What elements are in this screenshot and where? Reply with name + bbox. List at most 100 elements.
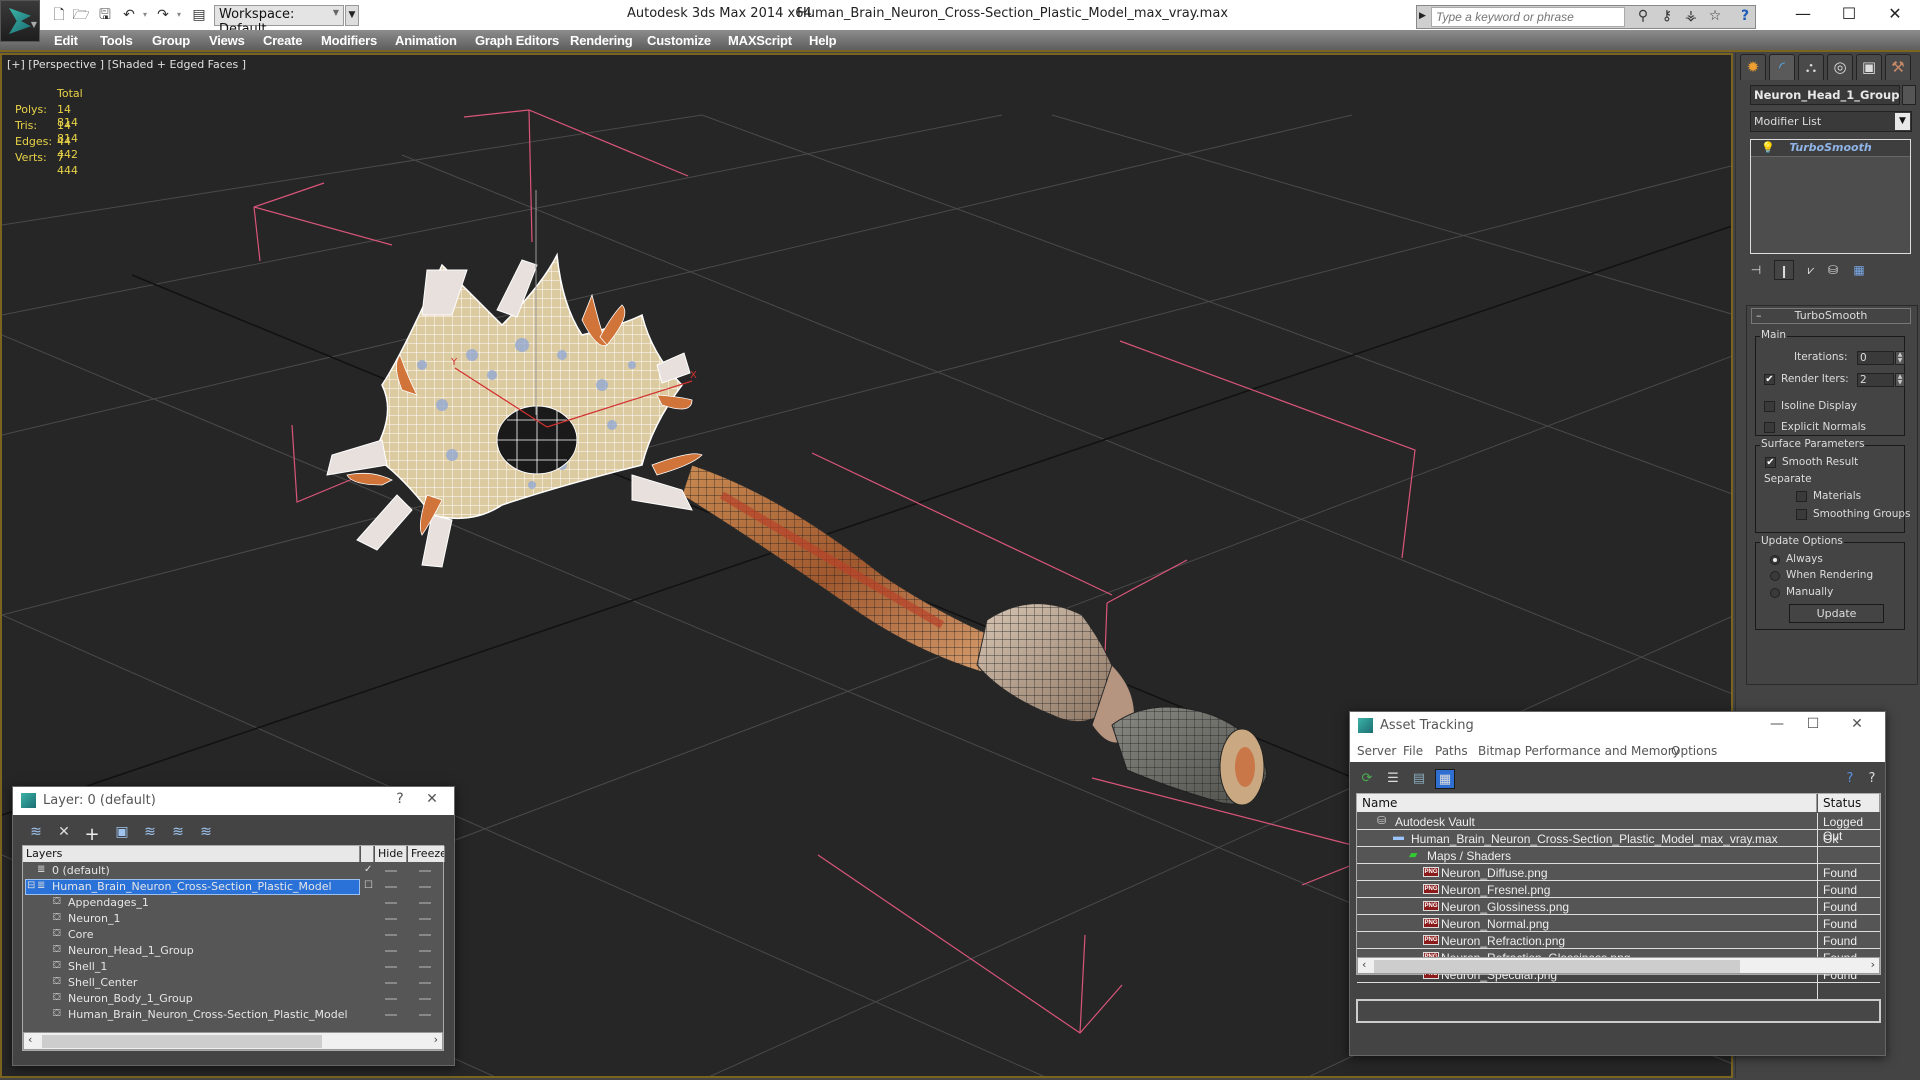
motion-tab-icon[interactable]: ◎ <box>1827 54 1853 80</box>
window-title-bar[interactable]: Asset Tracking — ☐ ✕ <box>1350 712 1885 740</box>
select-objects-icon[interactable]: ▣ <box>111 824 133 844</box>
column-header-hide[interactable]: Hide <box>375 846 407 862</box>
menu-server[interactable]: Server <box>1357 744 1396 758</box>
layer-object-row[interactable]: ⛋ Neuron_Head_1_Group <box>23 943 443 959</box>
layer-object-row[interactable]: ⛋ Appendages_1 <box>23 895 443 911</box>
delete-layer-icon[interactable]: ✕ <box>53 824 75 844</box>
freeze-toggle[interactable] <box>419 998 431 1000</box>
asset-row[interactable]: PNG Neuron_Fresnel.png Found <box>1357 881 1880 898</box>
column-header-freeze[interactable]: Freeze <box>408 846 445 862</box>
freeze-toggle[interactable] <box>419 902 431 904</box>
redo-dropdown-icon[interactable]: ▾ <box>170 6 188 24</box>
menu-modifiers[interactable]: Modifiers <box>321 33 377 48</box>
layer-object-row[interactable]: ⛋ Shell_Center <box>23 975 443 991</box>
create-tab-icon[interactable]: ✹ <box>1740 54 1766 80</box>
render-iters-checkbox[interactable]: ✔ <box>1764 374 1775 385</box>
object-name-field[interactable]: Neuron_Head_1_Group <box>1750 85 1900 105</box>
add-to-layer-icon[interactable]: + <box>81 824 103 845</box>
hide-toggle[interactable] <box>385 982 397 984</box>
asset-row[interactable]: ▰ Maps / Shaders <box>1357 847 1880 864</box>
object-color-swatch[interactable] <box>1902 85 1916 105</box>
modify-tab-icon[interactable]: ◜ <box>1769 54 1795 80</box>
maximize-button[interactable]: ☐ <box>1798 716 1828 732</box>
layer-object-row[interactable]: ⛋ Core <box>23 927 443 943</box>
column-header-layers[interactable]: Layers <box>23 846 360 862</box>
customize-quick-access-button[interactable]: ▼ <box>345 5 359 26</box>
scroll-thumb[interactable] <box>42 1035 322 1048</box>
search-input[interactable] <box>1431 7 1625 27</box>
expand-search-icon[interactable]: ▶ <box>1419 11 1426 21</box>
smooth-result-checkbox[interactable]: ✔ <box>1765 457 1776 468</box>
open-file-icon[interactable]: 🗁 <box>72 6 90 24</box>
column-header-status[interactable]: Status <box>1818 794 1880 812</box>
scroll-left-icon[interactable]: ‹ <box>1362 958 1366 971</box>
menu-group[interactable]: Group <box>152 33 190 48</box>
horizontal-scrollbar[interactable]: ‹ › <box>1357 957 1880 974</box>
asset-row[interactable]: PNG Neuron_Refraction.png Found <box>1357 932 1880 949</box>
iterations-spinner[interactable]: 0 <box>1857 351 1894 365</box>
spinner-arrows-icon[interactable]: ▲ ▼ <box>1895 351 1905 365</box>
modifier-stack-item[interactable]: 💡 TurboSmooth <box>1751 140 1910 157</box>
refresh-icon[interactable]: ⟳ <box>1357 769 1377 789</box>
scroll-right-icon[interactable]: › <box>1871 958 1875 971</box>
menu-help[interactable]: Help <box>809 33 837 48</box>
scroll-thumb[interactable] <box>1374 960 1740 973</box>
hide-toggle[interactable] <box>385 902 397 904</box>
utilities-tab-icon[interactable]: ⚒ <box>1885 54 1911 80</box>
minimize-button[interactable]: — <box>1780 2 1826 28</box>
update-manually-radio[interactable] <box>1770 588 1780 598</box>
update-always-radio[interactable] <box>1770 555 1780 565</box>
freeze-toggle[interactable] <box>419 966 431 968</box>
freeze-toggle[interactable] <box>419 982 431 984</box>
update-when-rendering-radio[interactable] <box>1770 571 1780 581</box>
menu-file[interactable]: File <box>1403 744 1423 758</box>
freeze-toggle[interactable] <box>419 870 431 872</box>
layer-row[interactable]: ⊟ ≣ Human_Brain_Neuron_Cross-Section_Plast… <box>23 879 443 895</box>
hide-toggle[interactable] <box>385 870 397 872</box>
binoculars-icon[interactable]: ⚲ <box>1633 8 1653 26</box>
help-icon[interactable]: ? <box>1735 8 1755 26</box>
hide-toggle[interactable] <box>385 1014 397 1016</box>
hide-toggle[interactable] <box>385 998 397 1000</box>
menu-bitmap-performance[interactable]: Bitmap Performance and Memory <box>1478 744 1680 758</box>
workspace-dropdown[interactable]: Workspace: Default ▼ <box>214 5 344 37</box>
horizontal-scrollbar[interactable]: ‹ › <box>23 1032 443 1050</box>
freeze-toggle[interactable] <box>419 1014 431 1016</box>
table-view-icon[interactable]: ▦ <box>1435 769 1455 789</box>
hide-toggle[interactable] <box>385 950 397 952</box>
update-button[interactable]: Update <box>1789 604 1884 623</box>
spinner-arrows-icon[interactable]: ▲ ▼ <box>1895 373 1905 387</box>
maximize-button[interactable]: ☐ <box>1826 2 1872 28</box>
hide-toggle[interactable] <box>385 966 397 968</box>
new-file-icon[interactable]: 🗋 <box>50 6 68 24</box>
online-help-icon[interactable]: ? <box>1840 769 1860 789</box>
modifier-list-dropdown[interactable]: Modifier List ▼ <box>1750 111 1912 132</box>
star-icon[interactable]: ☆ <box>1705 8 1725 26</box>
menu-create[interactable]: Create <box>263 33 302 48</box>
rollout-header[interactable]: – TurboSmooth <box>1751 308 1911 324</box>
freeze-toggle[interactable] <box>419 918 431 920</box>
asset-path-field[interactable] <box>1356 999 1881 1023</box>
freeze-toggle[interactable] <box>419 934 431 936</box>
isoline-display-checkbox[interactable] <box>1764 401 1775 412</box>
explicit-normals-checkbox[interactable] <box>1764 422 1775 433</box>
pin-stack-icon[interactable]: ⊣ <box>1746 260 1766 280</box>
render-iters-spinner[interactable]: 2 <box>1857 373 1894 387</box>
smoothing-groups-checkbox[interactable] <box>1796 509 1807 520</box>
menu-customize[interactable]: Customize <box>647 33 711 48</box>
layer-object-row[interactable]: ⛋ Shell_1 <box>23 959 443 975</box>
freeze-toggle[interactable] <box>419 950 431 952</box>
close-button[interactable]: ✕ <box>417 791 447 807</box>
make-unique-icon[interactable]: ⩗ <box>1801 260 1821 280</box>
menu-options[interactable]: Options <box>1671 744 1717 758</box>
set-current-layer-box[interactable]: ☐ <box>364 880 373 891</box>
layer-settings-icon[interactable]: ≋ <box>195 824 217 844</box>
configure-modifier-sets-icon[interactable]: ▦ <box>1849 260 1869 280</box>
help-button[interactable]: ? <box>385 791 415 807</box>
asset-row[interactable]: ▬ Human_Brain_Neuron_Cross-Section_Plasti… <box>1357 830 1880 847</box>
select-layer-icon[interactable]: ≋ <box>139 824 161 844</box>
hide-toggle[interactable] <box>385 934 397 936</box>
asset-row[interactable]: PNG Neuron_Glossiness.png Found <box>1357 898 1880 915</box>
materials-checkbox[interactable] <box>1796 491 1807 502</box>
create-layer-icon[interactable]: ≋ <box>25 824 47 844</box>
